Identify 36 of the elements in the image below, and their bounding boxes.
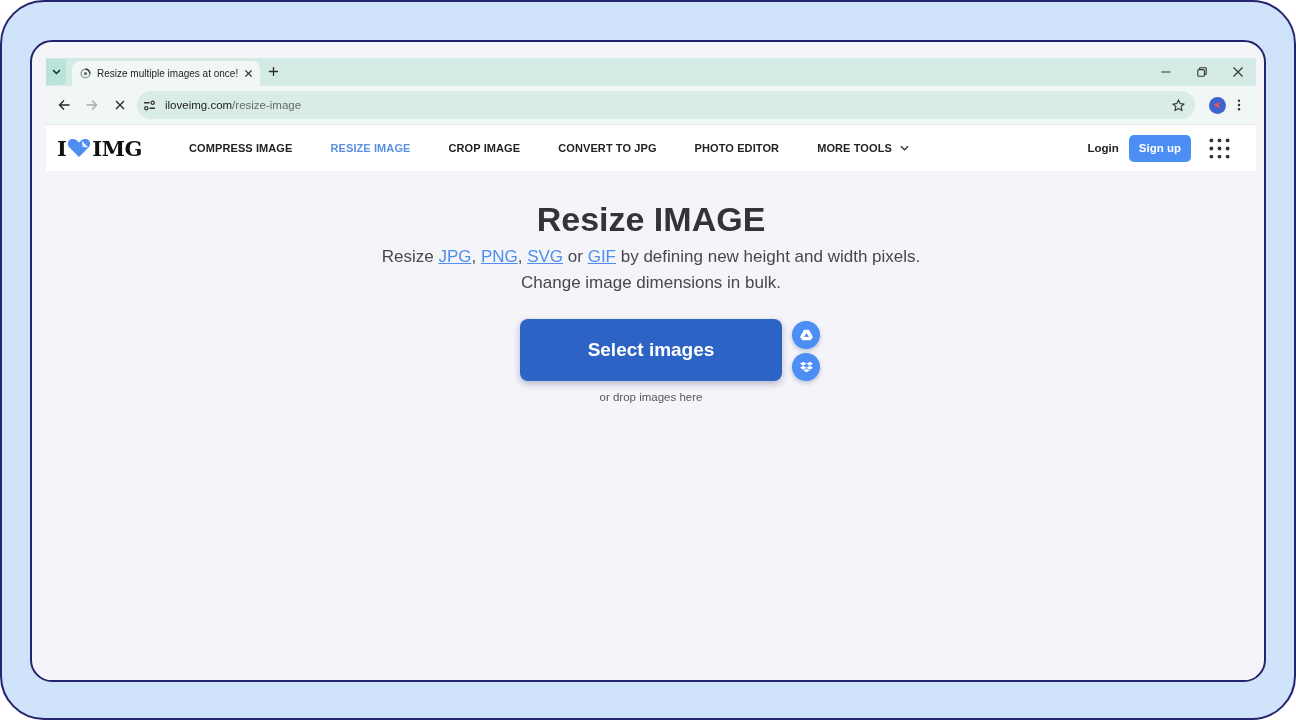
nav-link[interactable]: CROP IMAGE	[448, 142, 521, 154]
apps-grid-icon[interactable]	[1209, 137, 1230, 159]
url-text: iloveimg.com/resize-image	[165, 99, 302, 111]
dropbox-icon	[799, 361, 813, 373]
restore-icon	[1197, 67, 1207, 77]
select-images-button[interactable]: Select images	[520, 319, 782, 381]
subtitle-text: Resize JPG, PNG, SVG or GIF by defining new height and width pixels. Change image dimensions in bulk.	[381, 246, 921, 294]
nav-link[interactable]: CONVERT TO JPG	[558, 142, 657, 154]
close-icon	[1233, 67, 1243, 77]
loading-spinner-icon	[80, 68, 91, 79]
menu-dots-icon[interactable]	[1237, 99, 1241, 111]
star-icon[interactable]	[1172, 98, 1185, 112]
close-tab-icon[interactable]	[244, 69, 254, 78]
back-arrow-icon	[58, 99, 70, 111]
tab-search-button[interactable]	[46, 58, 66, 85]
nav-link[interactable]: COMPRESS IMAGE	[189, 142, 293, 154]
profile-avatar-icon[interactable]	[1209, 96, 1226, 114]
dropbox-button[interactable]	[792, 353, 820, 381]
stop-icon	[115, 100, 125, 110]
drive-button[interactable]	[792, 321, 820, 349]
plus-icon	[267, 65, 279, 77]
page-title: Resize IMAGE	[536, 199, 766, 240]
drop-hint-text: or drop images here	[599, 391, 703, 403]
sliders-icon	[143, 99, 156, 111]
forward-arrow-icon	[86, 99, 98, 111]
chevron-down-icon	[899, 145, 909, 151]
heart-icon	[67, 138, 92, 158]
address-bar[interactable]: iloveimg.com/resize-image	[137, 91, 1195, 119]
nav-link[interactable]: PHOTO EDITOR	[694, 142, 780, 154]
drive-icon	[799, 329, 813, 341]
nav-link[interactable]: MORE TOOLS	[817, 142, 909, 154]
browser-tab[interactable]: Resize multiple images at once!	[72, 61, 260, 86]
chevron-down-icon	[51, 68, 61, 75]
logo-text: IMG	[92, 137, 142, 159]
logo-text: I	[57, 137, 67, 159]
login-link[interactable]: Login	[1087, 142, 1119, 154]
